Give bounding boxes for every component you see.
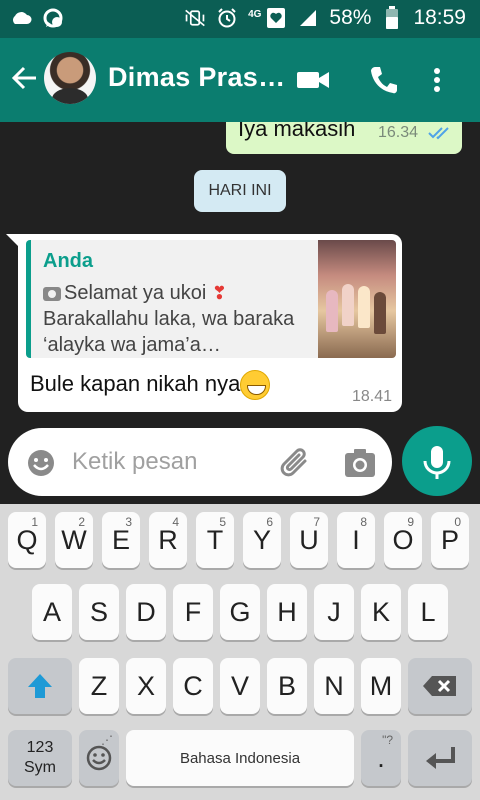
key-q[interactable]: 1Q [8,512,46,568]
vibrate-mute-icon [184,7,206,29]
whatsapp-notification-icon [42,7,64,29]
chat-area[interactable]: Iya makasih 16.34 HARI INI Anda Selamat … [0,122,480,422]
camera-icon [43,286,61,301]
message-text: Bule kapan nikah nya [30,370,241,396]
grinning-face-emoji-icon [240,370,271,400]
network-4g-icon: 4G [248,8,262,20]
message-placeholder: Ketik pesan [72,448,198,475]
composer-bar: Ketik pesan [0,422,480,504]
incoming-message[interactable]: Anda Selamat ya ukoi ❣ Barakallahu laka,… [6,234,402,412]
key-e[interactable]: 3E [102,512,140,568]
enter-icon [426,747,455,769]
key-j[interactable]: J [314,584,354,640]
date-chip: HARI INI [194,170,286,212]
key-g[interactable]: G [220,584,260,640]
key-a[interactable]: A [32,584,72,640]
key-c[interactable]: C [173,658,213,714]
key-x[interactable]: X [126,658,166,714]
backspace-key[interactable] [408,658,472,714]
avatar[interactable] [44,52,96,104]
attachment-icon[interactable] [278,446,312,480]
heart-notification-icon [265,7,287,29]
key-m[interactable]: M [361,658,401,714]
mic-icon [423,446,451,479]
key-l[interactable]: L [408,584,448,640]
key-p[interactable]: 0P [431,512,469,568]
quoted-message[interactable]: Anda Selamat ya ukoi ❣ Barakallahu laka,… [26,240,396,358]
key-o[interactable]: 9O [384,512,422,568]
outgoing-message[interactable]: Iya makasih 16.34 [226,122,462,154]
period-key[interactable]: "? . [361,730,401,786]
alarm-icon [216,7,238,29]
shift-key[interactable] [8,658,72,714]
battery-icon [381,6,403,29]
chat-header: Dimas Pras… [0,38,480,122]
symbols-key[interactable]: 123 Sym [8,730,72,786]
message-text: Iya makasih [238,122,356,141]
battery-percent: 58% [329,6,372,29]
key-n[interactable]: N [314,658,354,714]
cloud-icon [10,7,32,29]
quote-line-2: Barakallahu laka, wa baraka [43,308,295,330]
key-y[interactable]: 6Y [243,512,281,568]
key-h[interactable]: H [267,584,307,640]
video-call-icon[interactable] [296,64,329,96]
key-d[interactable]: D [126,584,166,640]
key-b[interactable]: B [267,658,307,714]
backspace-icon [423,676,456,696]
double-check-icon [428,126,452,140]
phone-icon[interactable] [368,64,400,96]
key-k[interactable]: K [361,584,401,640]
key-f[interactable]: F [173,584,213,640]
keyboard: 1Q 2W 3E 4R 5T 6Y 7U 8I 9O 0P A S D F G … [0,504,480,800]
smiley-icon [86,745,112,771]
quote-author: Anda [43,250,93,272]
contact-name[interactable]: Dimas Pras… [108,62,285,93]
quote-line-3: ‘alayka wa jama’a… [43,334,221,356]
key-t[interactable]: 5T [196,512,234,568]
message-input[interactable]: Ketik pesan [8,428,392,496]
signal-icon [297,7,319,29]
emoji-key[interactable]: ⋰ [79,730,119,786]
space-key[interactable]: Bahasa Indonesia [126,730,354,786]
heart-emoji-icon: ❣ [211,283,227,303]
key-v[interactable]: V [220,658,260,714]
quote-line-1: Selamat ya ukoi [64,282,212,304]
camera-icon[interactable] [344,448,376,478]
clock: 18:59 [413,6,466,29]
quote-thumbnail-image [318,240,396,358]
key-i[interactable]: 8I [337,512,375,568]
key-s[interactable]: S [79,584,119,640]
key-w[interactable]: 2W [55,512,93,568]
key-r[interactable]: 4R [149,512,187,568]
key-z[interactable]: Z [79,658,119,714]
mic-settings-hint-icon: ⋰ [101,733,113,747]
message-time: 16.34 [378,124,419,141]
more-vert-icon[interactable] [430,64,444,96]
enter-key[interactable] [408,730,472,786]
emoji-icon[interactable] [26,448,56,478]
message-time: 18.41 [351,388,392,405]
shift-arrow-icon [28,674,52,698]
key-u[interactable]: 7U [290,512,328,568]
status-bar: 4G 58% 18:59 [0,0,480,38]
mic-button[interactable] [402,426,472,496]
back-arrow-icon[interactable] [10,64,38,92]
